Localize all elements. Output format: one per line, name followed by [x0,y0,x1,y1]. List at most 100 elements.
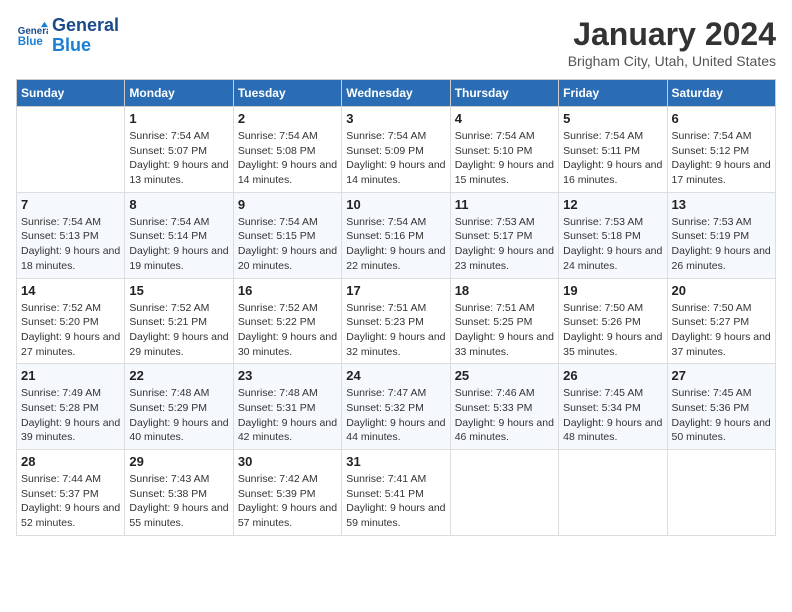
calendar-cell: 5 Sunrise: 7:54 AM Sunset: 5:11 PM Daylig… [559,107,667,193]
calendar-cell: 14 Sunrise: 7:52 AM Sunset: 5:20 PM Dayli… [17,278,125,364]
day-number: 18 [455,283,554,298]
day-detail: Sunrise: 7:50 AM Sunset: 5:26 PM Dayligh… [563,301,662,360]
day-number: 10 [346,197,445,212]
day-detail: Sunrise: 7:45 AM Sunset: 5:36 PM Dayligh… [672,386,771,445]
title-area: January 2024 Brigham City, Utah, United … [568,16,776,69]
day-detail: Sunrise: 7:54 AM Sunset: 5:11 PM Dayligh… [563,129,662,188]
calendar-cell: 9 Sunrise: 7:54 AM Sunset: 5:15 PM Daylig… [233,192,341,278]
page-header: General Blue General Blue January 2024 B… [16,16,776,69]
day-detail: Sunrise: 7:54 AM Sunset: 5:07 PM Dayligh… [129,129,228,188]
day-number: 25 [455,368,554,383]
calendar-cell: 12 Sunrise: 7:53 AM Sunset: 5:18 PM Dayli… [559,192,667,278]
day-number: 5 [563,111,662,126]
calendar-cell: 13 Sunrise: 7:53 AM Sunset: 5:19 PM Dayli… [667,192,775,278]
calendar-cell: 25 Sunrise: 7:46 AM Sunset: 5:33 PM Dayli… [450,364,558,450]
day-number: 12 [563,197,662,212]
day-detail: Sunrise: 7:53 AM Sunset: 5:18 PM Dayligh… [563,215,662,274]
day-number: 4 [455,111,554,126]
day-detail: Sunrise: 7:48 AM Sunset: 5:31 PM Dayligh… [238,386,337,445]
day-detail: Sunrise: 7:52 AM Sunset: 5:21 PM Dayligh… [129,301,228,360]
calendar-cell: 7Sunrise: 7:54 AM Sunset: 5:13 PM Daylig… [17,192,125,278]
day-number: 14 [21,283,120,298]
day-detail: Sunrise: 7:52 AM Sunset: 5:20 PM Dayligh… [21,301,120,360]
calendar-table: SundayMondayTuesdayWednesdayThursdayFrid… [16,79,776,536]
day-number: 22 [129,368,228,383]
day-detail: Sunrise: 7:52 AM Sunset: 5:22 PM Dayligh… [238,301,337,360]
day-detail: Sunrise: 7:54 AM Sunset: 5:12 PM Dayligh… [672,129,771,188]
calendar-cell: 18 Sunrise: 7:51 AM Sunset: 5:25 PM Dayli… [450,278,558,364]
weekday-header-thursday: Thursday [450,80,558,107]
week-row-5: 28 Sunrise: 7:44 AM Sunset: 5:37 PM Dayli… [17,450,776,536]
day-detail: Sunrise: 7:51 AM Sunset: 5:25 PM Dayligh… [455,301,554,360]
day-number: 11 [455,197,554,212]
weekday-header-row: SundayMondayTuesdayWednesdayThursdayFrid… [17,80,776,107]
calendar-cell: 3Sunrise: 7:54 AM Sunset: 5:09 PM Daylig… [342,107,450,193]
day-number: 28 [21,454,120,469]
day-number: 17 [346,283,445,298]
calendar-cell [17,107,125,193]
calendar-cell: 15 Sunrise: 7:52 AM Sunset: 5:21 PM Dayli… [125,278,233,364]
day-number: 26 [563,368,662,383]
day-detail: Sunrise: 7:54 AM Sunset: 5:16 PM Dayligh… [346,215,445,274]
calendar-cell: 6 Sunrise: 7:54 AM Sunset: 5:12 PM Daylig… [667,107,775,193]
calendar-cell [667,450,775,536]
day-number: 13 [672,197,771,212]
day-number: 21 [21,368,120,383]
day-detail: Sunrise: 7:49 AM Sunset: 5:28 PM Dayligh… [21,386,120,445]
day-detail: Sunrise: 7:54 AM Sunset: 5:14 PM Dayligh… [129,215,228,274]
day-number: 15 [129,283,228,298]
day-detail: Sunrise: 7:54 AM Sunset: 5:10 PM Dayligh… [455,129,554,188]
logo: General Blue General Blue [16,16,119,56]
svg-text:Blue: Blue [18,36,44,48]
calendar-cell: 28 Sunrise: 7:44 AM Sunset: 5:37 PM Dayli… [17,450,125,536]
day-detail: Sunrise: 7:53 AM Sunset: 5:19 PM Dayligh… [672,215,771,274]
calendar-cell: 1 Sunrise: 7:54 AM Sunset: 5:07 PM Daylig… [125,107,233,193]
calendar-cell: 19 Sunrise: 7:50 AM Sunset: 5:26 PM Dayli… [559,278,667,364]
calendar-cell: 23 Sunrise: 7:48 AM Sunset: 5:31 PM Dayli… [233,364,341,450]
day-number: 19 [563,283,662,298]
calendar-cell: 29Sunrise: 7:43 AM Sunset: 5:38 PM Dayli… [125,450,233,536]
day-detail: Sunrise: 7:44 AM Sunset: 5:37 PM Dayligh… [21,472,120,531]
weekday-header-saturday: Saturday [667,80,775,107]
calendar-cell: 21 Sunrise: 7:49 AM Sunset: 5:28 PM Dayli… [17,364,125,450]
day-number: 1 [129,111,228,126]
calendar-cell: 10 Sunrise: 7:54 AM Sunset: 5:16 PM Dayli… [342,192,450,278]
day-number: 30 [238,454,337,469]
day-number: 8 [129,197,228,212]
calendar-cell: 31Sunrise: 7:41 AM Sunset: 5:41 PM Dayli… [342,450,450,536]
weekday-header-monday: Monday [125,80,233,107]
weekday-header-wednesday: Wednesday [342,80,450,107]
day-number: 7 [21,197,120,212]
day-number: 29 [129,454,228,469]
calendar-cell: 17 Sunrise: 7:51 AM Sunset: 5:23 PM Dayli… [342,278,450,364]
day-number: 31 [346,454,445,469]
calendar-cell: 11Sunrise: 7:53 AM Sunset: 5:17 PM Dayli… [450,192,558,278]
weekday-header-sunday: Sunday [17,80,125,107]
day-number: 6 [672,111,771,126]
week-row-1: 1 Sunrise: 7:54 AM Sunset: 5:07 PM Daylig… [17,107,776,193]
day-number: 27 [672,368,771,383]
day-detail: Sunrise: 7:48 AM Sunset: 5:29 PM Dayligh… [129,386,228,445]
week-row-4: 21 Sunrise: 7:49 AM Sunset: 5:28 PM Dayli… [17,364,776,450]
day-detail: Sunrise: 7:51 AM Sunset: 5:23 PM Dayligh… [346,301,445,360]
day-number: 2 [238,111,337,126]
calendar-cell: 16Sunrise: 7:52 AM Sunset: 5:22 PM Dayli… [233,278,341,364]
day-detail: Sunrise: 7:45 AM Sunset: 5:34 PM Dayligh… [563,386,662,445]
calendar-cell [450,450,558,536]
day-number: 24 [346,368,445,383]
month-title: January 2024 [568,16,776,53]
calendar-cell: 4 Sunrise: 7:54 AM Sunset: 5:10 PM Daylig… [450,107,558,193]
calendar-cell [559,450,667,536]
calendar-cell: 30Sunrise: 7:42 AM Sunset: 5:39 PM Dayli… [233,450,341,536]
logo-icon: General Blue [16,20,48,52]
weekday-header-friday: Friday [559,80,667,107]
calendar-cell: 2Sunrise: 7:54 AM Sunset: 5:08 PM Daylig… [233,107,341,193]
day-detail: Sunrise: 7:46 AM Sunset: 5:33 PM Dayligh… [455,386,554,445]
location-title: Brigham City, Utah, United States [568,53,776,69]
day-number: 20 [672,283,771,298]
day-number: 23 [238,368,337,383]
day-number: 9 [238,197,337,212]
day-detail: Sunrise: 7:47 AM Sunset: 5:32 PM Dayligh… [346,386,445,445]
day-detail: Sunrise: 7:54 AM Sunset: 5:15 PM Dayligh… [238,215,337,274]
calendar-cell: 27 Sunrise: 7:45 AM Sunset: 5:36 PM Dayli… [667,364,775,450]
